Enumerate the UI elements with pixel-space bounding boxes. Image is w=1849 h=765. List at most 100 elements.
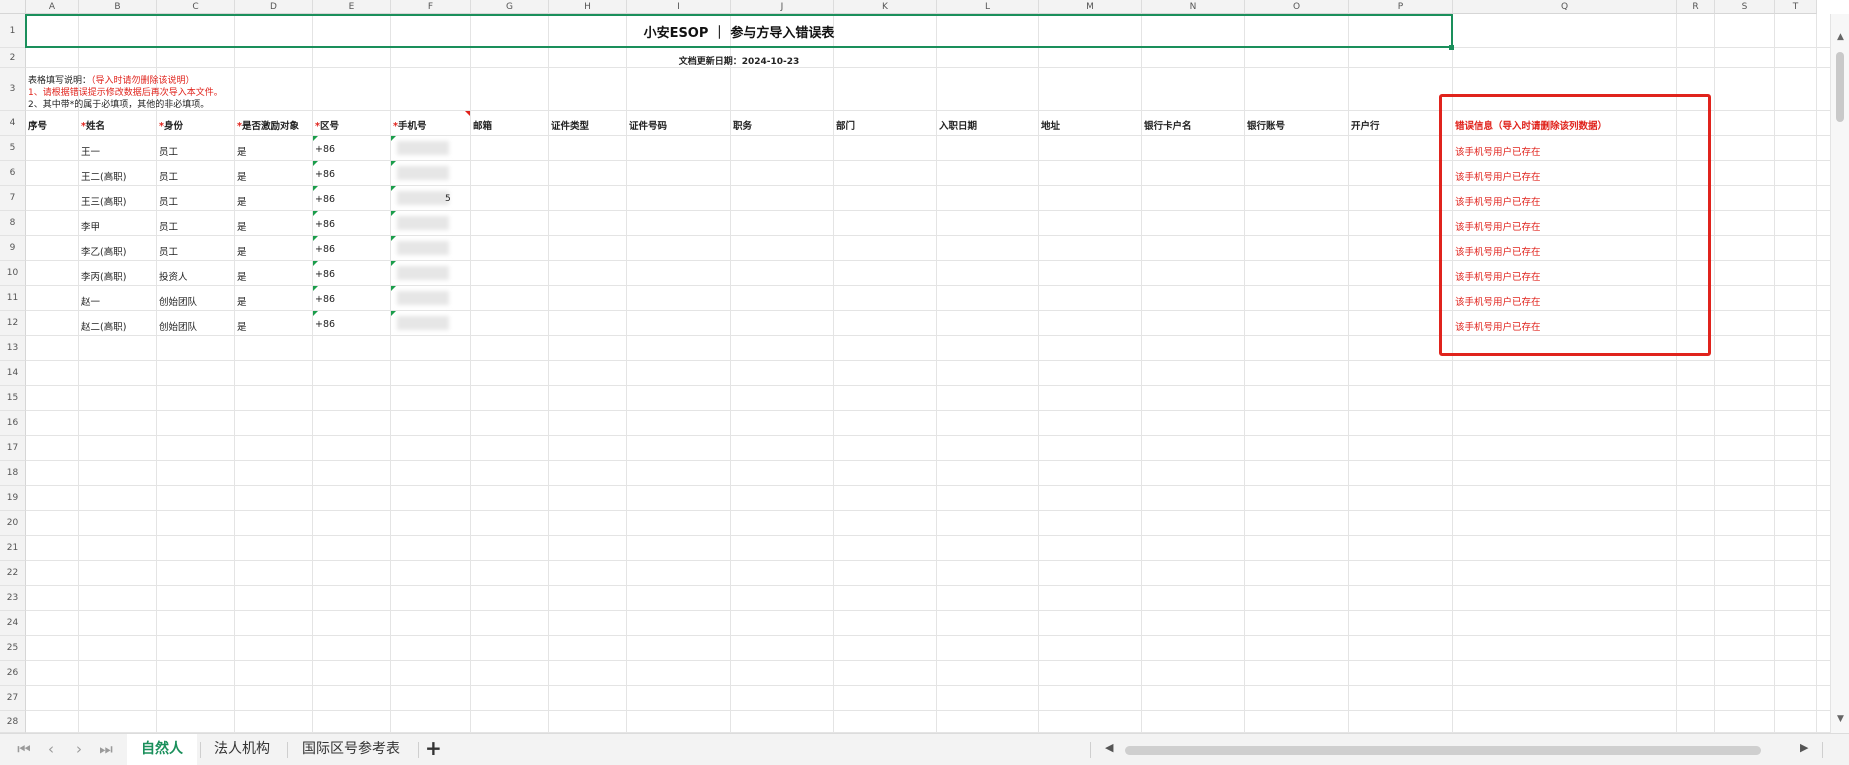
column-header[interactable]: E [313,0,391,14]
row-header[interactable]: 19 [0,486,26,511]
row-header[interactable]: 18 [0,461,26,486]
header-cell[interactable]: *身份 [159,118,233,132]
header-cell[interactable]: 序号 [28,118,77,132]
first-sheet-icon[interactable]: ⏮ [13,740,35,758]
row-header[interactable]: 24 [0,611,26,636]
tab-natural-person[interactable]: 自然人 [127,734,197,765]
vertical-scrollbar[interactable]: ▲ ▼ [1830,14,1849,733]
header-cell[interactable]: 部门 [836,118,935,132]
data-cell[interactable]: 员工 [159,144,178,158]
row-header[interactable]: 15 [0,386,26,411]
data-cell[interactable]: +86 [315,144,335,155]
spreadsheet-grid[interactable]: ABCDEFGHIJKLMNOPQRST 1 2 3 4 5 6 7 8 9 10 11 12 13 14… [0,0,1849,733]
data-cell[interactable]: 王三(高职) [81,194,126,208]
header-cell[interactable]: 证件类型 [551,118,625,132]
header-cell[interactable]: 入职日期 [939,118,1037,132]
row-header[interactable]: 27 [0,686,26,711]
data-cell[interactable]: 是 [237,319,247,333]
row-header[interactable]: 26 [0,661,26,686]
data-cell[interactable]: +86 [315,294,335,305]
row-header[interactable]: 1 [0,14,26,48]
data-cell[interactable]: +86 [315,169,335,180]
column-header[interactable]: T [1775,0,1817,14]
data-cell[interactable]: 员工 [159,194,178,208]
row-header[interactable]: 7 [0,186,26,211]
row-header[interactable]: 10 [0,261,26,286]
data-cell[interactable]: 是 [237,144,247,158]
column-header[interactable]: J [731,0,834,14]
data-cell[interactable]: 李丙(高职) [81,269,126,283]
select-all-corner[interactable] [0,0,26,14]
row-header[interactable]: 9 [0,236,26,261]
plus-icon[interactable]: + [425,736,442,760]
header-cell[interactable]: *是否激励对象 [237,118,311,132]
column-header[interactable]: F [391,0,471,14]
row-header[interactable]: 13 [0,336,26,361]
data-cell[interactable]: 是 [237,269,247,283]
header-cell[interactable]: 邮箱 [473,118,547,132]
data-cell[interactable]: 李甲 [81,219,100,233]
data-cell[interactable]: 员工 [159,169,178,183]
row-header[interactable]: 5 [0,136,26,161]
column-header[interactable]: B [79,0,157,14]
row-header[interactable]: 2 [0,48,26,68]
row-header[interactable]: 28 [0,711,26,733]
header-cell[interactable]: 银行卡户名 [1144,118,1243,132]
column-header[interactable]: G [471,0,549,14]
column-header[interactable]: O [1245,0,1349,14]
header-cell[interactable]: 职务 [733,118,832,132]
data-cell[interactable]: 赵一 [81,294,100,308]
arrow-left-icon[interactable]: ◀ [1105,741,1113,754]
data-cell[interactable]: 王一 [81,144,100,158]
row-header[interactable]: 14 [0,361,26,386]
row-header[interactable]: 23 [0,586,26,611]
row-header[interactable]: 6 [0,161,26,186]
data-cell[interactable]: 赵二(高职) [81,319,126,333]
header-cell[interactable]: *姓名 [81,118,155,132]
data-cell[interactable]: 李乙(高职) [81,244,126,258]
column-header[interactable]: A [26,0,79,14]
row-header[interactable]: 22 [0,561,26,586]
data-cell[interactable]: +86 [315,269,335,280]
header-cell[interactable]: *手机号 [393,118,469,132]
header-cell[interactable]: 银行账号 [1247,118,1347,132]
row-header[interactable]: 20 [0,511,26,536]
row-header[interactable]: 17 [0,436,26,461]
data-cell[interactable]: 创始团队 [159,294,197,308]
data-cell[interactable]: +86 [315,219,335,230]
scroll-up-icon[interactable]: ▲ [1831,32,1849,42]
data-cell[interactable]: +86 [315,319,335,330]
column-header[interactable]: Q [1453,0,1677,14]
column-header[interactable]: N [1142,0,1245,14]
header-cell[interactable]: *区号 [315,118,389,132]
tab-intl-area-code[interactable]: 国际区号参考表 [288,734,414,765]
last-sheet-icon[interactable]: ⏭ [95,740,117,758]
column-header[interactable]: C [157,0,235,14]
data-cell[interactable]: 是 [237,244,247,258]
data-cell[interactable]: +86 [315,194,335,205]
horizontal-scroll-thumb[interactable] [1125,746,1761,755]
prev-sheet-icon[interactable]: ‹ [40,740,62,758]
scroll-down-icon[interactable]: ▼ [1831,714,1849,724]
next-sheet-icon[interactable]: › [68,740,90,758]
row-header[interactable]: 11 [0,286,26,311]
column-header[interactable]: M [1039,0,1142,14]
column-header[interactable]: P [1349,0,1453,14]
data-cell[interactable]: 是 [237,169,247,183]
vertical-scroll-thumb[interactable] [1836,52,1844,122]
note-line3[interactable]: 2、其中带*的属于必填项，其他的非必填项。 [28,97,209,110]
column-header[interactable]: D [235,0,313,14]
header-cell[interactable]: 证件号码 [629,118,729,132]
fill-handle[interactable] [1449,45,1454,50]
header-cell[interactable]: 地址 [1041,118,1140,132]
row-header[interactable]: 16 [0,411,26,436]
row-header[interactable]: 25 [0,636,26,661]
data-cell[interactable]: +86 [315,244,335,255]
row-header[interactable]: 21 [0,536,26,561]
column-header[interactable]: I [627,0,731,14]
data-cell[interactable]: 员工 [159,244,178,258]
data-cell[interactable]: 投资人 [159,269,188,283]
data-cell[interactable]: 是 [237,194,247,208]
column-header[interactable]: L [937,0,1039,14]
column-header[interactable]: R [1677,0,1715,14]
